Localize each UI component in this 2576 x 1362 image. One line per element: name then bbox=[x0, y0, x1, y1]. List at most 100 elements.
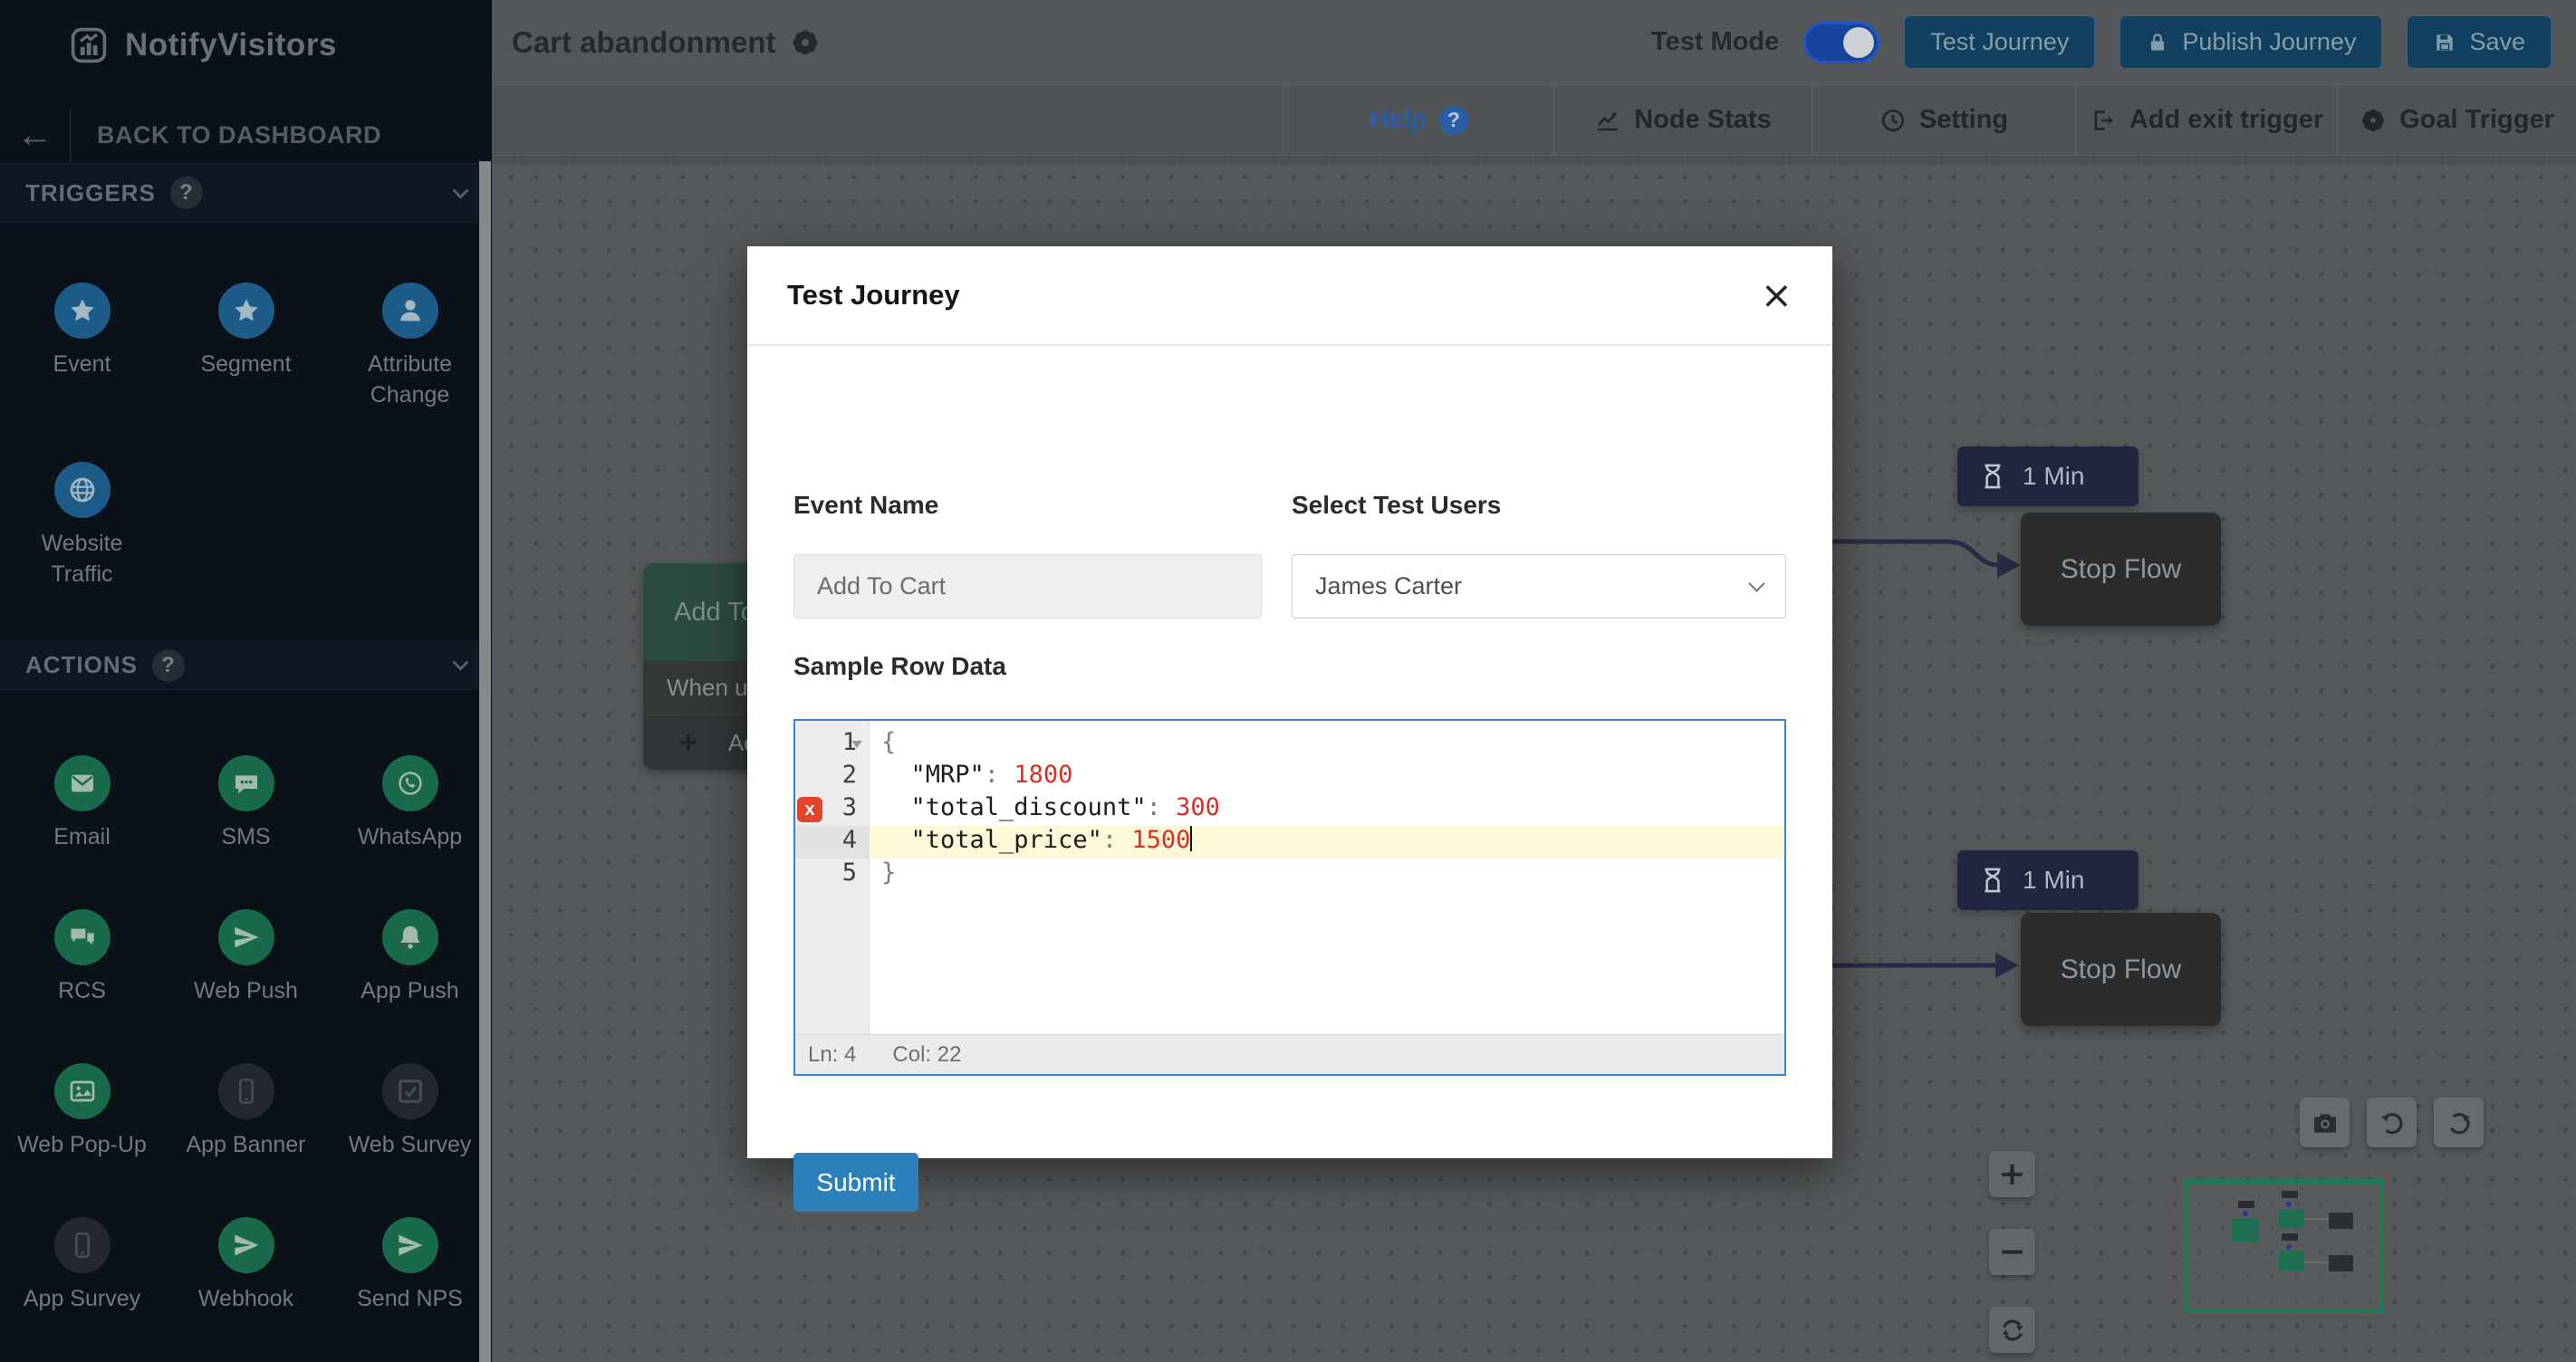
help-circle-icon[interactable]: ? bbox=[152, 649, 185, 682]
minimap[interactable] bbox=[2184, 1179, 2384, 1313]
sidebar-item-app-push[interactable]: App Push bbox=[328, 909, 492, 1063]
wait-node-label: 1 Min bbox=[2023, 866, 2084, 895]
button-label: Help bbox=[1370, 105, 1427, 135]
triggers-grid: Event Segment Attribute Change Website T… bbox=[0, 223, 492, 641]
refresh-icon bbox=[1998, 1316, 2027, 1345]
json-editor-content[interactable]: 1 { 2 "MRP": 1800 3 x "total_discount": … bbox=[795, 721, 1784, 1036]
button-label: Submit bbox=[816, 1168, 895, 1197]
node-stats-button[interactable]: Node Stats bbox=[1553, 85, 1812, 155]
error-icon: x bbox=[797, 797, 822, 822]
chevron-down-icon[interactable] bbox=[452, 182, 468, 198]
stop-flow-node-1[interactable]: Stop Flow bbox=[2021, 513, 2221, 626]
sidebar-item-label: WhatsApp bbox=[358, 822, 462, 853]
editor-line: 1 { bbox=[795, 728, 1784, 761]
publish-journey-button[interactable]: Publish Journey bbox=[2119, 15, 2382, 69]
button-label: Publish Journey bbox=[2182, 28, 2356, 56]
editor-active-line: 4 "total_price": 1500 bbox=[795, 826, 1784, 858]
help-button[interactable]: Help ? bbox=[1283, 85, 1553, 155]
brand-name: NotifyVisitors bbox=[125, 27, 337, 63]
sidebar-item-web-survey[interactable]: Web Survey bbox=[328, 1063, 492, 1217]
sidebar-item-label: RCS bbox=[58, 976, 106, 1007]
actions-section-header[interactable]: ACTIONS ? bbox=[0, 640, 492, 690]
test-users-label: Select Test Users bbox=[1292, 491, 1501, 520]
star-icon bbox=[218, 283, 274, 339]
sidebar-item-label: Webhook bbox=[198, 1284, 293, 1315]
json-value: 300 bbox=[1176, 793, 1220, 821]
phone-icon bbox=[54, 1217, 111, 1273]
hourglass-icon bbox=[1977, 459, 2008, 494]
sidebar-item-label: App Push bbox=[360, 976, 458, 1007]
test-mode-toggle[interactable] bbox=[1803, 22, 1879, 63]
setting-button[interactable]: Setting bbox=[1812, 85, 2075, 155]
actions-grid: Email SMS WhatsApp RCS Web Push App Push bbox=[0, 690, 492, 1362]
selected-test-user: James Carter bbox=[1315, 572, 1462, 600]
test-users-select[interactable]: James Carter bbox=[1292, 554, 1786, 619]
sidebar-item-attribute-change[interactable]: Attribute Change bbox=[328, 283, 492, 462]
sidebar-item-app-survey[interactable]: App Survey bbox=[0, 1217, 164, 1362]
journey-settings-gear-icon[interactable] bbox=[791, 28, 820, 57]
submit-button[interactable]: Submit bbox=[793, 1153, 918, 1212]
sidebar-item-label: Attribute Change bbox=[338, 350, 483, 411]
code-token: { bbox=[881, 728, 896, 756]
gear-icon bbox=[2360, 107, 2387, 134]
phone-icon bbox=[218, 1063, 274, 1119]
sidebar-item-segment[interactable]: Segment bbox=[164, 283, 328, 462]
wait-node-1[interactable]: 1 Min bbox=[1957, 446, 2139, 506]
sidebar-item-app-banner[interactable]: App Banner bbox=[164, 1063, 328, 1217]
redo-button[interactable] bbox=[2434, 1098, 2484, 1147]
sidebar-item-email[interactable]: Email bbox=[0, 755, 164, 909]
chat-bubble-icon bbox=[218, 755, 274, 811]
snapshot-button[interactable] bbox=[2300, 1098, 2350, 1147]
status-line: Ln: 4 bbox=[808, 1042, 856, 1068]
chevron-down-icon[interactable] bbox=[452, 654, 468, 670]
help-circle-icon[interactable]: ? bbox=[170, 177, 203, 209]
check-square-icon bbox=[382, 1063, 438, 1119]
goal-trigger-button[interactable]: Goal Trigger bbox=[2337, 85, 2576, 155]
add-exit-trigger-button[interactable]: Add exit trigger bbox=[2075, 85, 2337, 155]
image-icon bbox=[54, 1063, 111, 1119]
event-name-input[interactable]: Add To Cart bbox=[793, 554, 1262, 619]
sidebar-item-webhook[interactable]: Webhook bbox=[164, 1217, 328, 1362]
minimap-node bbox=[2279, 1209, 2304, 1228]
triggers-section-header[interactable]: TRIGGERS ? bbox=[0, 163, 492, 223]
sidebar-item-whatsapp[interactable]: WhatsApp bbox=[328, 755, 492, 909]
editor-status-bar: Ln: 4 Col: 22 bbox=[795, 1034, 1784, 1074]
chevron-down-icon bbox=[1748, 575, 1764, 591]
minimap-node bbox=[2232, 1218, 2259, 1242]
zoom-in-button[interactable]: + bbox=[1989, 1151, 2035, 1197]
test-journey-button[interactable]: Test Journey bbox=[1904, 15, 2095, 69]
sidebar-item-label: Web Survey bbox=[349, 1130, 472, 1161]
sidebar-item-label: Segment bbox=[200, 350, 291, 380]
brand-logo[interactable]: NotifyVisitors bbox=[0, 0, 492, 91]
text-cursor bbox=[1190, 826, 1192, 851]
zoom-out-button[interactable]: − bbox=[1989, 1229, 2035, 1275]
minimap-node bbox=[2279, 1252, 2304, 1271]
sample-row-data-label: Sample Row Data bbox=[793, 652, 1006, 681]
undo-button[interactable] bbox=[2367, 1098, 2417, 1147]
minimap-node bbox=[2282, 1233, 2298, 1241]
sidebar-item-web-popup[interactable]: Web Pop-Up bbox=[0, 1063, 164, 1217]
sidebar-scrollbar[interactable] bbox=[479, 161, 491, 1362]
reset-view-button[interactable] bbox=[1989, 1307, 2035, 1353]
json-editor[interactable]: 1 { 2 "MRP": 1800 3 x "total_discount": … bbox=[793, 719, 1786, 1076]
close-icon[interactable]: × bbox=[1761, 276, 1793, 314]
sidebar-item-event[interactable]: Event bbox=[0, 283, 164, 462]
save-button[interactable]: Save bbox=[2407, 15, 2552, 69]
sidebar-item-sms[interactable]: SMS bbox=[164, 755, 328, 909]
sidebar-item-web-push[interactable]: Web Push bbox=[164, 909, 328, 1063]
globe-icon bbox=[54, 462, 111, 518]
json-key: "total_price" bbox=[881, 826, 1102, 854]
button-label: Save bbox=[2469, 28, 2525, 56]
fold-caret-icon[interactable] bbox=[851, 741, 862, 748]
sidebar-item-website-traffic[interactable]: Website Traffic bbox=[0, 462, 164, 641]
whatsapp-icon bbox=[382, 755, 438, 811]
sidebar-item-rcs[interactable]: RCS bbox=[0, 909, 164, 1063]
code-token: } bbox=[881, 858, 896, 887]
back-label: BACK TO DASHBOARD bbox=[72, 121, 381, 149]
wait-node-2[interactable]: 1 Min bbox=[1957, 850, 2139, 910]
question-circle-icon: ? bbox=[1439, 106, 1468, 135]
line-chart-icon bbox=[1594, 107, 1621, 134]
stop-flow-node-2[interactable]: Stop Flow bbox=[2021, 913, 2221, 1026]
sidebar-item-send-nps[interactable]: Send NPS bbox=[328, 1217, 492, 1362]
sidebar-item-label: SMS bbox=[221, 822, 270, 853]
